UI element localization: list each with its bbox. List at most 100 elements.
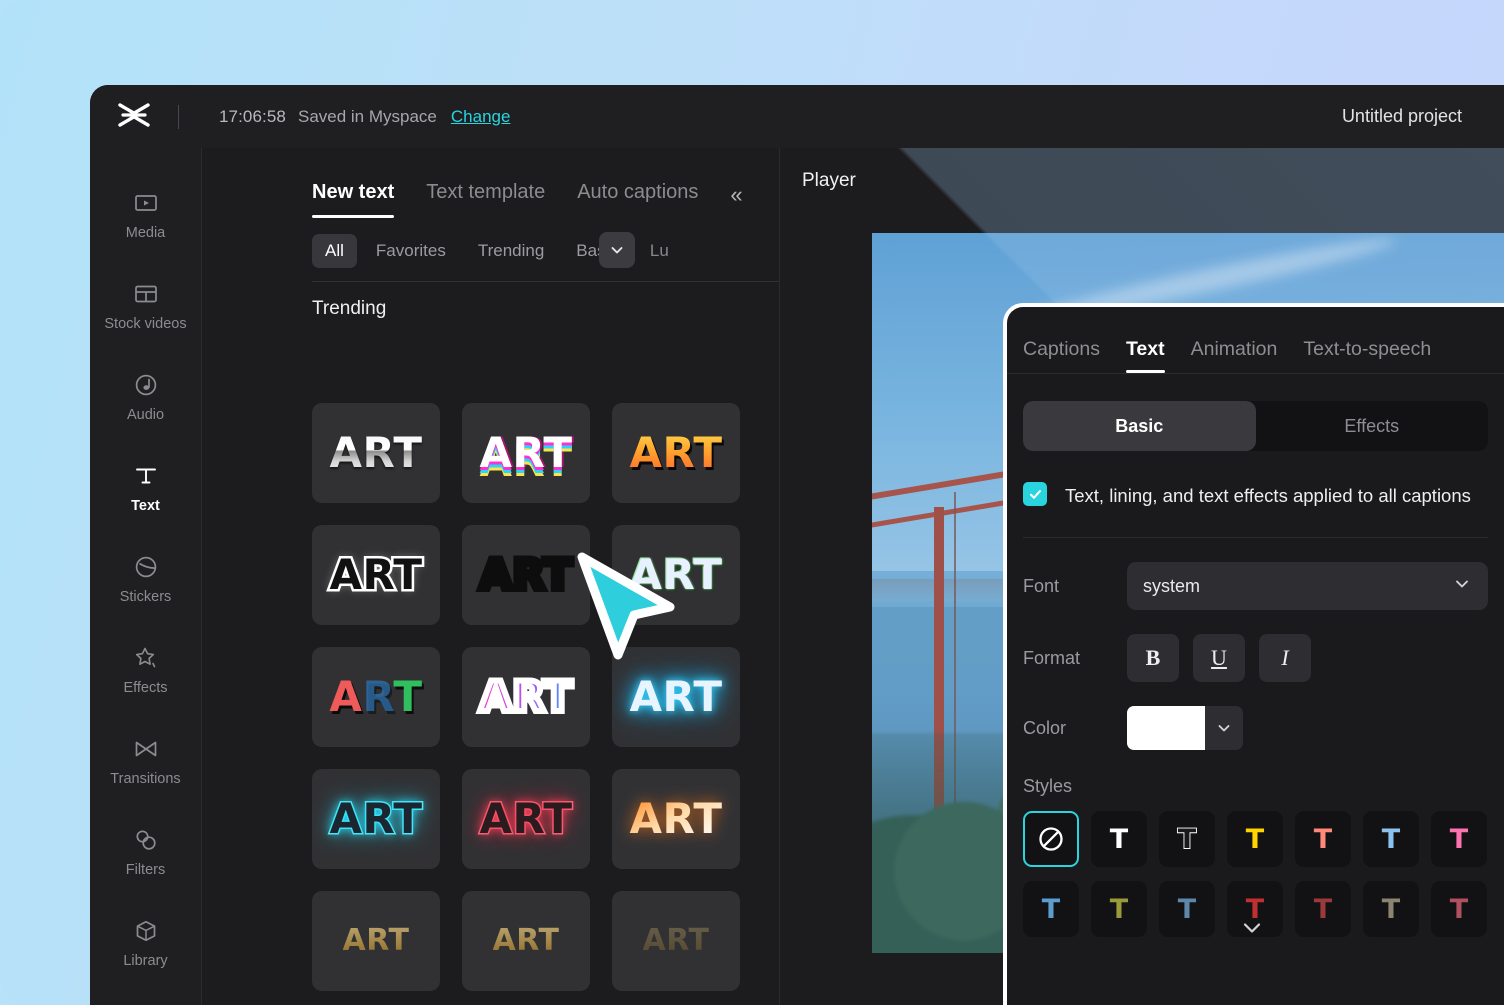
tile-art-label: ART: [327, 550, 425, 599]
sidebar-item-text[interactable]: Text: [90, 443, 201, 534]
tile-art-label: ART: [476, 550, 575, 599]
text-style-grid: ART ART ART ART ART ART ART ART ART ART …: [312, 403, 780, 991]
style-cell-olive[interactable]: T: [1091, 881, 1147, 938]
italic-button[interactable]: I: [1259, 634, 1311, 683]
color-row: Color: [1007, 682, 1504, 751]
capcut-logo-icon[interactable]: [90, 102, 178, 132]
chip-luminous[interactable]: Lu: [637, 234, 682, 268]
text-style-tile[interactable]: ART: [462, 769, 590, 869]
category-chip-row: All Favorites Trending Basic Lu: [202, 218, 779, 268]
change-location-link[interactable]: Change: [451, 107, 511, 127]
style-cell-khaki[interactable]: T: [1363, 881, 1419, 938]
tab-new-text[interactable]: New text: [312, 181, 395, 218]
font-row: Font system: [1007, 538, 1504, 611]
sidebar-item-label: Text: [131, 498, 160, 514]
chip-more-button[interactable]: [599, 232, 635, 268]
sidebar-item-label: Filters: [125, 862, 166, 878]
transitions-bowtie-icon: [133, 736, 159, 762]
left-sidebar: Media Stock videos Audio Text Stickers E…: [90, 148, 202, 1005]
font-select[interactable]: system: [1127, 562, 1488, 611]
text-style-tile[interactable]: ART: [612, 769, 740, 869]
text-style-tile[interactable]: ART: [612, 403, 740, 503]
segment-effects[interactable]: Effects: [1256, 401, 1489, 451]
text-style-tile[interactable]: ART: [312, 403, 440, 503]
style-cell-steel[interactable]: T: [1159, 881, 1215, 938]
style-glyph: T: [1449, 823, 1469, 855]
color-picker[interactable]: [1127, 706, 1243, 751]
color-label: Color: [1023, 717, 1067, 738]
basic-effects-segmented-control: Basic Effects: [1023, 401, 1488, 451]
style-cell-salmon[interactable]: T: [1295, 811, 1351, 868]
style-cell-outline-white[interactable]: T: [1159, 811, 1215, 868]
sidebar-item-filters[interactable]: Filters: [90, 807, 201, 898]
project-title[interactable]: Untitled project: [1342, 106, 1462, 127]
chevron-down-icon[interactable]: [1205, 706, 1243, 751]
sidebar-item-media[interactable]: Media: [90, 170, 201, 261]
chevron-down-icon: [611, 247, 623, 254]
style-cell-blue[interactable]: T: [1363, 811, 1419, 868]
style-glyph: T: [1449, 893, 1469, 925]
text-style-tile[interactable]: ART: [462, 647, 590, 747]
font-value: system: [1143, 575, 1201, 596]
style-cell-maroon[interactable]: T: [1295, 881, 1351, 938]
text-panel-divider: [312, 281, 779, 282]
tab-animation[interactable]: Animation: [1191, 338, 1278, 373]
apply-all-checkbox[interactable]: [1023, 482, 1047, 506]
apply-all-label: Text, lining, and text effects applied t…: [1065, 485, 1471, 506]
style-glyph: T: [1177, 893, 1197, 925]
tile-art-label: ART: [328, 794, 424, 843]
tile-art-label: ART: [476, 672, 575, 721]
tab-text-to-speech[interactable]: Text-to-speech: [1303, 338, 1431, 373]
collapse-panel-icon[interactable]: «: [730, 184, 742, 218]
style-glyph: T: [1381, 893, 1401, 925]
text-style-tile[interactable]: ART: [612, 891, 740, 991]
tile-art-label: ART: [642, 923, 710, 958]
styles-expand-chevron-icon[interactable]: [1239, 918, 1265, 944]
sidebar-item-label: Stock videos: [104, 316, 187, 332]
sidebar-item-effects[interactable]: Effects: [90, 625, 201, 716]
tile-art-label: ART: [479, 428, 573, 477]
text-style-tile[interactable]: ART: [612, 525, 740, 625]
tab-text[interactable]: Text: [1125, 338, 1165, 373]
style-glyph: T: [1313, 823, 1333, 855]
text-style-tile[interactable]: ART: [462, 891, 590, 991]
segment-basic[interactable]: Basic: [1023, 401, 1256, 451]
style-cell-none[interactable]: [1023, 811, 1079, 868]
bold-button[interactable]: B: [1127, 634, 1179, 683]
style-cell-pink[interactable]: T: [1431, 811, 1487, 868]
tab-captions[interactable]: Captions: [1023, 338, 1100, 373]
tile-art-label: ART: [329, 428, 423, 477]
sidebar-item-label: Effects: [123, 680, 168, 696]
text-style-tile[interactable]: ART: [312, 769, 440, 869]
stickers-circle-icon: [133, 554, 159, 580]
check-icon: [1029, 489, 1041, 499]
sidebar-item-stock-videos[interactable]: Stock videos: [90, 261, 201, 352]
text-style-tile[interactable]: ART: [312, 525, 440, 625]
text-style-tile[interactable]: ART: [462, 525, 590, 625]
chip-all[interactable]: All: [312, 234, 357, 268]
underline-button[interactable]: U: [1193, 634, 1245, 683]
sidebar-item-transitions[interactable]: Transitions: [90, 716, 201, 807]
tile-art-label: ART: [478, 794, 574, 843]
styles-grid-row1: T T T T T T: [1007, 797, 1504, 868]
sidebar-item-stickers[interactable]: Stickers: [90, 534, 201, 625]
style-glyph: T: [1177, 823, 1197, 856]
chip-trending[interactable]: Trending: [465, 234, 557, 268]
style-cell-plain-white[interactable]: T: [1091, 811, 1147, 868]
text-style-tile[interactable]: ART: [612, 647, 740, 747]
color-swatch[interactable]: [1127, 706, 1205, 751]
text-style-tile[interactable]: ART: [312, 891, 440, 991]
tile-art-label: ART: [329, 672, 423, 721]
topbar-divider: [178, 104, 179, 129]
tab-text-template[interactable]: Text template: [426, 181, 545, 218]
text-style-tile[interactable]: ART: [462, 403, 590, 503]
sidebar-item-library[interactable]: Library: [90, 898, 201, 989]
style-cell-yellow[interactable]: T: [1227, 811, 1283, 868]
chip-favorites[interactable]: Favorites: [363, 234, 459, 268]
properties-tabs-divider: [1007, 373, 1504, 374]
tab-auto-captions[interactable]: Auto captions: [577, 181, 698, 218]
text-style-tile[interactable]: ART: [312, 647, 440, 747]
style-cell-rose[interactable]: T: [1431, 881, 1487, 938]
style-cell-blue-2[interactable]: T: [1023, 881, 1079, 938]
sidebar-item-audio[interactable]: Audio: [90, 352, 201, 443]
